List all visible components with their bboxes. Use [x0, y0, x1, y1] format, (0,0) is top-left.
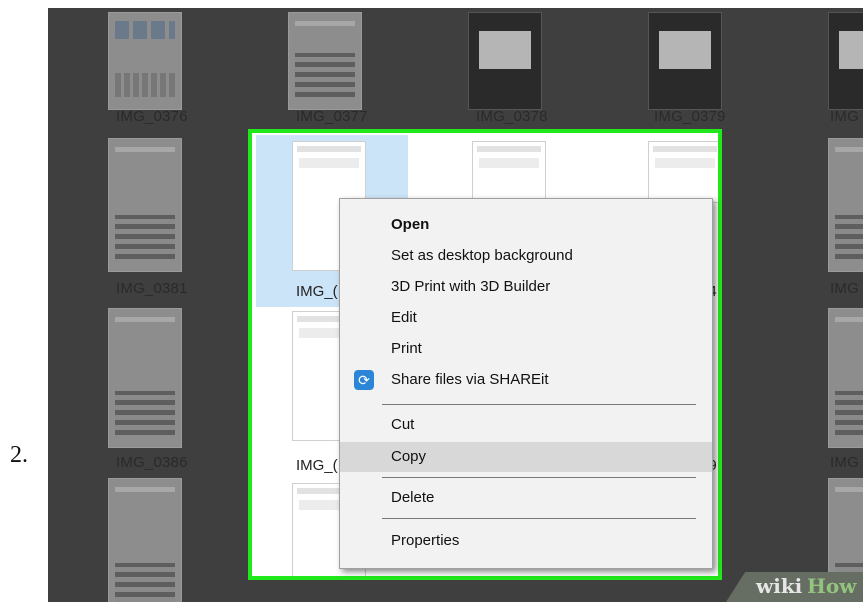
menu-item-label: Open	[391, 216, 430, 233]
file-thumbnail[interactable]	[648, 12, 722, 110]
file-label[interactable]: IMG_0381	[116, 280, 188, 297]
file-label[interactable]: IMG_0376	[116, 108, 188, 125]
menu-separator	[382, 477, 696, 478]
file-label[interactable]: IMG_0386	[116, 454, 188, 471]
menu-item-label: Copy	[391, 448, 427, 465]
file-label[interactable]: IMG_0379	[654, 108, 726, 125]
file-label[interactable]: IMG	[830, 454, 859, 471]
menu-item-set-desktop-background[interactable]: Set as desktop background	[340, 241, 712, 271]
menu-item-label: Set as desktop background	[391, 247, 573, 264]
menu-item-copy[interactable]: Copy	[340, 442, 712, 472]
watermark-how: How	[807, 574, 857, 598]
menu-item-label: Share files via SHAREit	[391, 371, 549, 388]
menu-separator	[382, 404, 696, 405]
menu-item-print[interactable]: Print	[340, 334, 712, 364]
menu-item-open[interactable]: Open	[340, 210, 712, 240]
menu-item-label: Print	[391, 340, 422, 357]
menu-item-edit[interactable]: Edit	[340, 303, 712, 333]
file-thumbnail[interactable]	[648, 141, 718, 203]
file-thumbnail[interactable]	[828, 308, 863, 448]
file-thumbnail[interactable]	[108, 138, 182, 272]
menu-item-label: Edit	[391, 309, 417, 326]
shareit-icon: ⟳	[354, 370, 374, 390]
menu-item-label: 3D Print with 3D Builder	[391, 278, 551, 295]
menu-item-share-shareit[interactable]: ⟳ Share files via SHAREit	[340, 365, 712, 395]
selected-file-label[interactable]: IMG_(	[296, 283, 338, 300]
file-label[interactable]: IMG_(	[296, 457, 338, 474]
file-label[interactable]: IMG_0378	[476, 108, 548, 125]
menu-separator	[382, 518, 696, 519]
menu-item-label: Properties	[391, 532, 460, 549]
file-label[interactable]: IMG_0377	[296, 108, 368, 125]
file-thumbnail[interactable]	[828, 138, 863, 272]
menu-item-3d-print[interactable]: 3D Print with 3D Builder	[340, 272, 712, 302]
watermark-wiki: wiki	[756, 574, 803, 598]
wikihow-watermark: wiki How	[726, 572, 863, 602]
menu-item-cut[interactable]: Cut	[340, 410, 712, 440]
file-thumbnail[interactable]	[108, 308, 182, 448]
context-menu: Open Set as desktop background 3D Print …	[339, 198, 713, 569]
file-thumbnail[interactable]	[472, 141, 546, 203]
file-label[interactable]: IMG	[830, 108, 859, 125]
menu-item-properties[interactable]: Properties	[340, 526, 712, 556]
menu-item-label: Cut	[391, 416, 415, 433]
menu-item-label: Delete	[391, 489, 435, 506]
file-label[interactable]: IMG	[830, 280, 859, 297]
file-thumbnail[interactable]	[828, 12, 863, 110]
file-thumbnail[interactable]	[288, 12, 362, 110]
menu-item-delete[interactable]: Delete	[340, 483, 712, 513]
file-thumbnail[interactable]	[108, 478, 182, 602]
file-thumbnail[interactable]	[468, 12, 542, 110]
file-thumbnail[interactable]	[108, 12, 182, 110]
step-number: 2.	[10, 442, 28, 468]
